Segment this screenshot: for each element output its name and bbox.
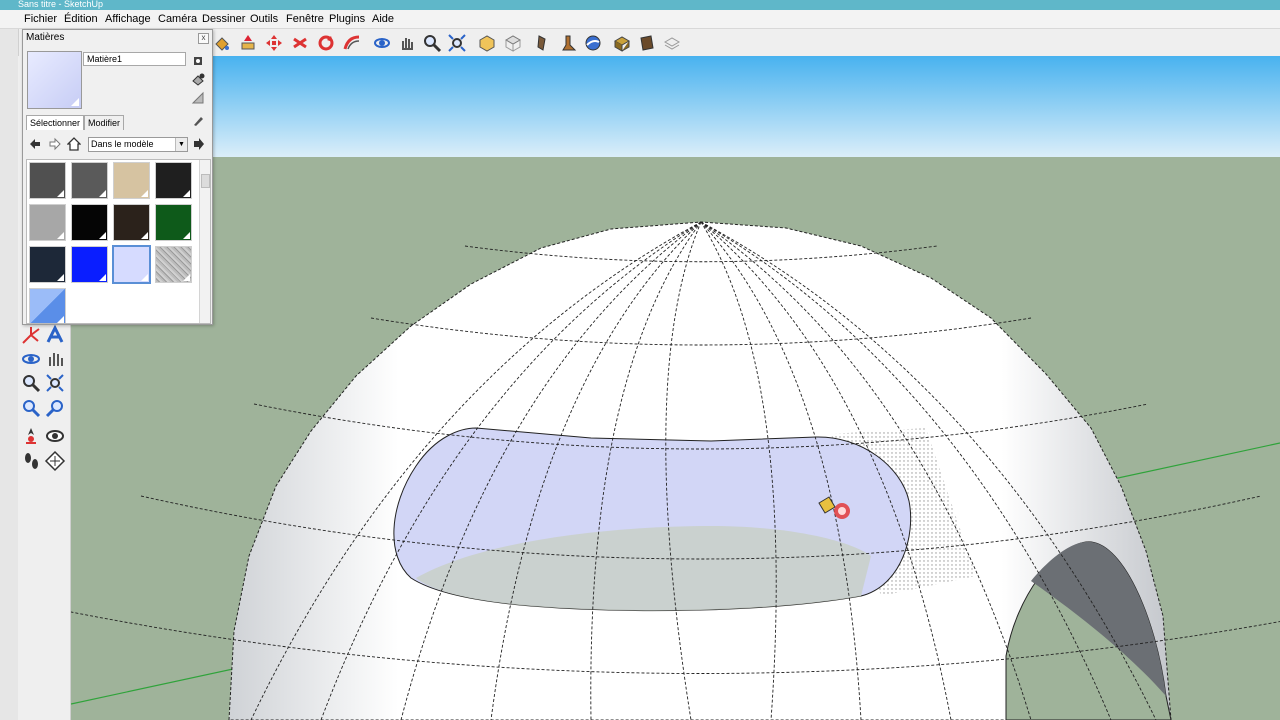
swatch-scrollbar[interactable]: [199, 160, 210, 323]
sky: [71, 56, 1280, 157]
tab-selectionner[interactable]: Sélectionner: [26, 115, 85, 130]
menu-plugins[interactable]: Plugins: [329, 10, 365, 28]
menu-outils[interactable]: Outils: [250, 10, 278, 28]
material-swatch[interactable]: [155, 162, 192, 199]
sample-paint-icon[interactable]: [191, 113, 205, 127]
paint-bucket-icon[interactable]: [212, 33, 232, 53]
section-plane-icon[interactable]: [44, 450, 66, 472]
next-view-icon[interactable]: [44, 397, 66, 419]
orbit-icon-left[interactable]: [20, 348, 42, 370]
scrollbar-thumb[interactable]: [201, 174, 210, 188]
text-3d-icon[interactable]: [44, 324, 66, 346]
panel-title: Matières: [26, 32, 65, 43]
offset-icon[interactable]: [342, 33, 362, 53]
home-icon[interactable]: [66, 137, 82, 151]
menu-affichage[interactable]: Affichage: [105, 10, 151, 28]
panel-close-button[interactable]: x: [198, 33, 209, 44]
zoom-icon-left[interactable]: [20, 372, 42, 394]
component-icon[interactable]: [612, 33, 632, 53]
material-swatch[interactable]: [29, 204, 66, 241]
push-pull-icon[interactable]: [238, 33, 258, 53]
group-icon[interactable]: [637, 33, 657, 53]
material-swatch[interactable]: [112, 245, 151, 284]
material-swatch[interactable]: [71, 246, 108, 283]
library-navigation: Dans le modèle ▼: [26, 136, 208, 152]
material-name-field[interactable]: Matière1: [83, 52, 186, 66]
menu-bar: Fichier Édition Affichage Caméra Dessine…: [0, 10, 1280, 29]
back-arrow-icon[interactable]: [28, 137, 42, 151]
walk-icon[interactable]: [533, 33, 553, 53]
pan-icon-left[interactable]: [44, 348, 66, 370]
zoom-icon[interactable]: [422, 33, 442, 53]
window-title-bar: Sans titre - SketchUp: [0, 0, 1280, 10]
materials-panel: Matières x Matière1 Sélectionner Modifie…: [22, 29, 213, 325]
layers-icon[interactable]: [662, 33, 682, 53]
material-swatch[interactable]: [29, 162, 66, 199]
move-icon[interactable]: [264, 33, 284, 53]
material-preview: [27, 51, 82, 109]
rotate-icon[interactable]: [290, 33, 310, 53]
model-scene[interactable]: [71, 56, 1280, 720]
default-material-icon[interactable]: [191, 54, 205, 68]
material-swatch[interactable]: [29, 246, 66, 283]
menu-aide[interactable]: Aide: [372, 10, 394, 28]
material-swatch[interactable]: [113, 204, 150, 241]
pan-icon[interactable]: [397, 33, 417, 53]
library-select-value: Dans le modèle: [91, 139, 154, 149]
zoom-extents-icon[interactable]: [447, 33, 467, 53]
3d-viewport[interactable]: [71, 56, 1280, 720]
walk-icon-left[interactable]: [20, 450, 42, 472]
orbit-icon[interactable]: [372, 33, 392, 53]
window-title: Sans titre - SketchUp: [18, 0, 104, 9]
position-camera-icon[interactable]: [20, 425, 42, 447]
follow-me-icon[interactable]: [316, 33, 336, 53]
material-swatch[interactable]: [155, 204, 192, 241]
look-around-icon[interactable]: [558, 33, 578, 53]
material-swatch[interactable]: [29, 288, 66, 323]
left-dock-strip: [0, 29, 19, 720]
material-swatch[interactable]: [113, 162, 150, 199]
menu-edition[interactable]: Édition: [64, 10, 98, 28]
library-select[interactable]: Dans le modèle ▼: [88, 137, 188, 152]
material-swatch-grid: [26, 159, 211, 324]
menu-dessiner[interactable]: Dessiner: [202, 10, 245, 28]
material-swatch[interactable]: [71, 204, 108, 241]
create-material-icon[interactable]: [191, 72, 205, 86]
zoom-extents-icon-left[interactable]: [44, 372, 66, 394]
material-swatch[interactable]: [155, 246, 192, 283]
iso-view-icon[interactable]: [477, 33, 497, 53]
material-swatch[interactable]: [71, 162, 108, 199]
section-icon[interactable]: [583, 33, 603, 53]
toggle-secondary-pane-icon[interactable]: [191, 91, 205, 105]
menu-fichier[interactable]: Fichier: [24, 10, 57, 28]
axes-icon[interactable]: [20, 324, 42, 346]
look-around-icon-left[interactable]: [44, 425, 66, 447]
tab-modifier[interactable]: Modifier: [84, 115, 125, 130]
top-view-icon[interactable]: [503, 33, 523, 53]
menu-fenetre[interactable]: Fenêtre: [286, 10, 324, 28]
details-arrow-icon[interactable]: [191, 137, 205, 151]
chevron-down-icon: ▼: [175, 138, 187, 151]
menu-camera[interactable]: Caméra: [158, 10, 197, 28]
forward-arrow-icon[interactable]: [48, 137, 62, 151]
previous-view-icon[interactable]: [20, 397, 42, 419]
